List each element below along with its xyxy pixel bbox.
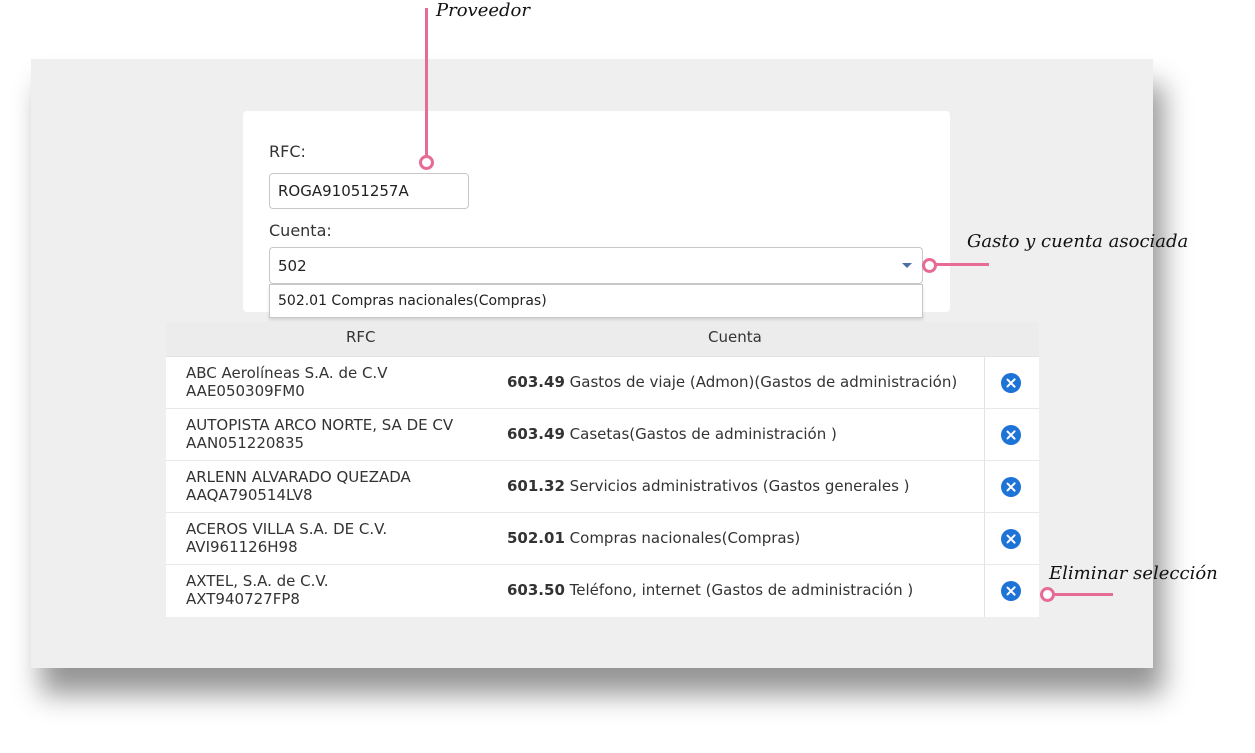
cuenta-dropdown-option[interactable]: 502.01 Compras nacionales(Compras) xyxy=(269,284,923,318)
action-cell xyxy=(984,357,1039,408)
annotation-line-gasto xyxy=(935,263,989,266)
account-code: 603.49 xyxy=(507,373,565,391)
cuenta-label: Cuenta: xyxy=(269,221,332,240)
account-name: Teléfono, internet (Gastos de administra… xyxy=(569,581,914,599)
header-rfc: RFC xyxy=(346,328,376,346)
account-code: 603.50 xyxy=(507,581,565,599)
account-name: Servicios administrativos (Gastos genera… xyxy=(569,477,910,495)
annotation-proveedor: Proveedor xyxy=(436,0,530,21)
annotation-line-proveedor xyxy=(425,8,428,156)
account-code: 601.32 xyxy=(507,477,565,495)
provider-cell: ARLENN ALVARADO QUEZADA AAQA790514LV8 xyxy=(186,468,411,504)
action-cell xyxy=(984,513,1039,564)
action-cell xyxy=(984,565,1039,617)
provider-name: ABC Aerolíneas S.A. de C.V xyxy=(186,364,388,382)
account-cell: 603.49 Casetas(Gastos de administración … xyxy=(507,425,837,443)
rfc-label: RFC: xyxy=(269,142,306,161)
provider-name: AXTEL, S.A. de C.V. xyxy=(186,572,329,590)
remove-circle-icon[interactable] xyxy=(1001,529,1021,549)
provider-rfc: AVI961126H98 xyxy=(186,538,298,556)
remove-circle-icon[interactable] xyxy=(1001,581,1021,601)
remove-circle-icon[interactable] xyxy=(1001,477,1021,497)
annotation-eliminar: Eliminar selección xyxy=(1049,563,1218,584)
chevron-down-icon[interactable] xyxy=(902,263,912,268)
account-code: 502.01 xyxy=(507,529,565,547)
remove-circle-icon[interactable] xyxy=(1001,373,1021,393)
annotation-gasto: Gasto y cuenta asociada xyxy=(967,231,1189,252)
annotation-dot-eliminar xyxy=(1040,587,1055,602)
account-cell: 502.01 Compras nacionales(Compras) xyxy=(507,529,800,547)
account-cell: 603.49 Gastos de viaje (Admon)(Gastos de… xyxy=(507,373,957,391)
header-cuenta: Cuenta xyxy=(708,328,762,346)
account-name: Compras nacionales(Compras) xyxy=(569,529,801,547)
account-cell: 603.50 Teléfono, internet (Gastos de adm… xyxy=(507,581,913,599)
table-row: ARLENN ALVARADO QUEZADA AAQA790514LV8 60… xyxy=(166,461,1039,513)
cuenta-select[interactable]: 502 xyxy=(269,247,923,284)
account-code: 603.49 xyxy=(507,425,565,443)
remove-circle-icon[interactable] xyxy=(1001,425,1021,445)
provider-name: AUTOPISTA ARCO NORTE, SA DE CV xyxy=(186,416,454,434)
account-cell: 601.32 Servicios administrativos (Gastos… xyxy=(507,477,910,495)
action-cell xyxy=(984,409,1039,460)
provider-cell: AXTEL, S.A. de C.V. AXT940727FP8 xyxy=(186,572,329,608)
provider-rfc: AAN051220835 xyxy=(186,434,305,452)
provider-rfc: AXT940727FP8 xyxy=(186,590,300,608)
action-cell xyxy=(984,461,1039,512)
provider-cell: ABC Aerolíneas S.A. de C.V AAE050309FM0 xyxy=(186,364,387,400)
annotation-dot-gasto xyxy=(922,258,937,273)
annotation-line-eliminar xyxy=(1053,593,1113,596)
provider-cell: ACEROS VILLA S.A. DE C.V. AVI961126H98 xyxy=(186,520,387,556)
table-row: AUTOPISTA ARCO NORTE, SA DE CV AAN051220… xyxy=(166,409,1039,461)
provider-name: ARLENN ALVARADO QUEZADA xyxy=(186,468,411,486)
account-name: Casetas(Gastos de administración ) xyxy=(569,425,837,443)
rfc-input[interactable]: ROGA91051257A xyxy=(269,173,469,209)
annotation-dot-proveedor xyxy=(419,155,434,170)
assignments-table: RFC Cuenta ABC Aerolíneas S.A. de C.V AA… xyxy=(166,322,1039,617)
table-header: RFC Cuenta xyxy=(166,322,1039,357)
provider-rfc: AAE050309FM0 xyxy=(186,382,305,400)
provider-cell: AUTOPISTA ARCO NORTE, SA DE CV AAN051220… xyxy=(186,416,453,452)
account-name: Gastos de viaje (Admon)(Gastos de admini… xyxy=(569,373,958,391)
table-row: AXTEL, S.A. de C.V. AXT940727FP8 603.50 … xyxy=(166,565,1039,617)
provider-name: ACEROS VILLA S.A. DE C.V. xyxy=(186,520,388,538)
table-row: ABC Aerolíneas S.A. de C.V AAE050309FM0 … xyxy=(166,357,1039,409)
provider-rfc: AAQA790514LV8 xyxy=(186,486,313,504)
table-row: ACEROS VILLA S.A. DE C.V. AVI961126H98 5… xyxy=(166,513,1039,565)
cuenta-select-value: 502 xyxy=(278,256,307,275)
